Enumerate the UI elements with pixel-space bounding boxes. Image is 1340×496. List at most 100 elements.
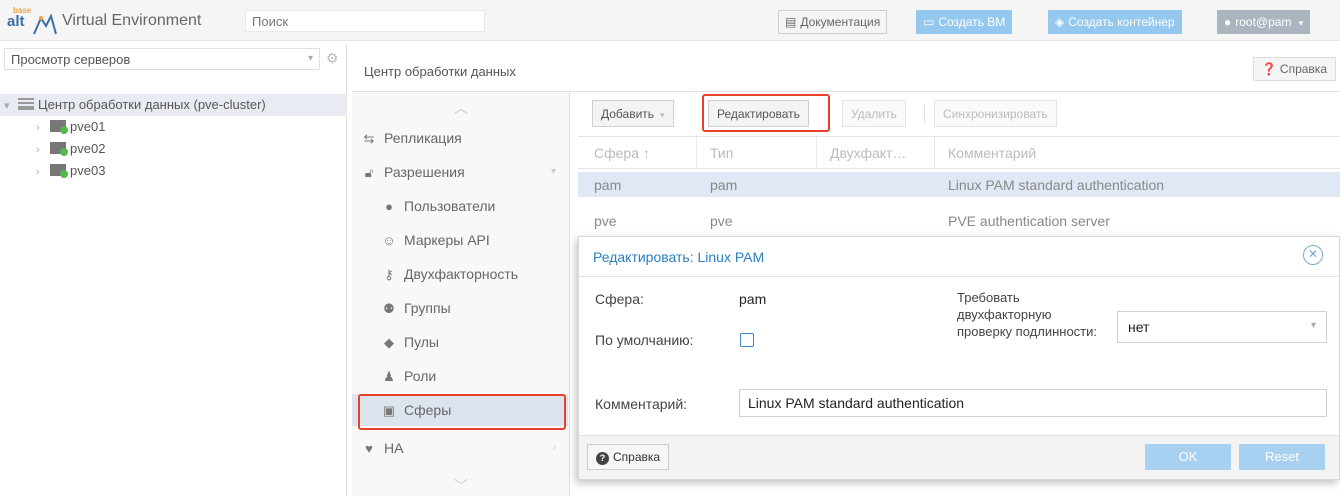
user-icon: ● [385,199,393,214]
reset-button[interactable]: Reset [1239,444,1325,470]
nav-item-permissions[interactable]: 🔓︎ Разрешения ▾ [352,156,568,188]
tree-item-pve01[interactable]: › pve01 [0,116,347,138]
tree-item-pve03[interactable]: › pve03 [0,160,347,182]
tree-item-datacenter[interactable]: ▾ Центр обработки данных (pve-cluster) [0,94,347,116]
unlock-icon: 🔓︎ [364,165,374,180]
nav-item-label: Пулы [404,334,439,350]
delete-button[interactable]: Удалить [842,100,906,127]
tree-item-label: Центр обработки данных (pve-cluster) [38,97,266,112]
delete-label: Удалить [851,107,897,121]
nav-item-api-tokens[interactable]: ☺ Маркеры API [352,224,568,256]
column-divider [816,137,817,168]
search-input[interactable] [245,10,485,32]
documentation-button[interactable]: ▤ Документация [778,10,888,34]
chevron-right-icon: › [36,122,40,134]
default-label: По умолчанию: [595,332,694,348]
chevron-down-icon: ▾ [660,110,665,120]
question-icon: ? [596,452,609,465]
chevron-down-icon: ▾ [4,100,10,112]
realm-value: pam [739,291,767,307]
tree-item-label: pve03 [70,163,106,178]
cell-type: pam [710,177,738,193]
sync-button[interactable]: Синхронизировать [934,100,1057,127]
api-token-icon: ☺ [382,233,396,248]
replication-icon: ⇆ [363,131,375,146]
nav-item-label: Репликация [384,130,462,146]
create-ct-button[interactable]: ◈ Создать контейнер [1048,10,1182,34]
tfa-select[interactable]: нет ▾ [1117,311,1327,343]
tfa-label: Требовать двухфакторную проверку подлинн… [957,290,1097,339]
monitor-icon: ▭ [923,15,935,29]
nav-item-groups[interactable]: ⚉ Группы [352,292,568,324]
nav-item-label: HA [384,440,404,456]
tfa-select-value: нет [1128,319,1150,335]
column-divider [696,137,697,168]
gear-icon[interactable]: ⚙ [326,50,339,67]
nav-item-label: Группы [404,300,451,316]
column-header-realm[interactable]: Сфера ↑ [594,145,650,161]
table-row[interactable]: pve pve PVE authentication server [578,208,1340,233]
ok-button[interactable]: OK [1145,444,1231,470]
scroll-up-icon[interactable]: ︿ [352,98,570,118]
nav-menu: ︿ ⇆ Репликация 🔓︎ Разрешения ▾ ● Пользовате… [352,92,570,496]
cell-realm: pam [594,177,622,193]
table-row[interactable]: pam pam Linux PAM standard authenticatio… [578,172,1340,197]
scroll-down-icon[interactable]: ﹀ [352,476,570,496]
key-icon: ⚷ [384,267,394,282]
book-icon: ▤ [785,15,797,29]
node-online-icon [50,120,68,134]
column-header-tfa[interactable]: Двухфакт… [830,145,906,161]
column-divider [934,137,935,168]
nav-item-ha[interactable]: ♥ HA › [352,432,568,464]
logo-text: alt [7,13,25,30]
nav-item-roles[interactable]: ♟ Роли [352,360,568,392]
nav-item-label: Роли [404,368,437,384]
create-ct-label: Создать контейнер [1068,15,1175,29]
cell-comment: Linux PAM standard authentication [948,177,1165,193]
nav-item-label: Маркеры API [404,232,490,248]
add-button[interactable]: Добавить ▾ [592,100,674,127]
comment-input[interactable] [739,389,1327,417]
tree-item-label: pve01 [70,119,106,134]
server-icon [18,98,34,110]
create-vm-button[interactable]: ▭ Создать ВМ [916,10,1013,34]
help-button[interactable]: ❓ Справка [1252,57,1336,81]
dialog-help-label: Справка [613,450,661,464]
create-vm-label: Создать ВМ [938,15,1006,29]
dialog-header: Редактировать: Linux PAM ✕ [579,237,1339,277]
chevron-down-icon: ▾ [307,53,313,64]
dialog-footer: ? Справка OK Reset [579,435,1339,479]
view-select-value: Просмотр серверов [11,52,131,67]
nav-item-pools[interactable]: ◆ Пулы [352,326,568,358]
cube-icon: ◈ [1055,15,1065,29]
resource-tree-panel: Просмотр серверов ▾ ⚙ ▾ Центр обработки д… [0,44,347,496]
close-icon[interactable]: ✕ [1303,245,1323,265]
nav-item-two-factor[interactable]: ⚷ Двухфакторность [352,258,568,290]
app-logo[interactable]: base alt [5,6,63,38]
column-header-type[interactable]: Тип [710,145,733,161]
grid-toolbar: Добавить ▾ Редактировать Удалить Синхрони… [578,92,1340,136]
highlight-realms [358,394,566,430]
default-checkbox[interactable] [740,333,754,347]
grid-header: Сфера ↑ Тип Двухфакт… Комментарий [578,136,1340,169]
chevron-right-icon: › [36,144,40,156]
user-menu-button[interactable]: ● root@pam ▾ [1217,10,1311,34]
add-label: Добавить [601,107,655,121]
node-online-icon [50,164,68,178]
nav-item-users[interactable]: ● Пользователи [352,190,568,222]
column-header-comment[interactable]: Комментарий [948,145,1036,161]
user-icon: ● [1224,15,1232,29]
nav-item-label: Пользователи [404,198,496,214]
documentation-label: Документация [800,15,881,29]
chevron-down-icon: ▾ [550,166,556,177]
nav-item-replication[interactable]: ⇆ Репликация [352,122,568,154]
view-select[interactable]: Просмотр серверов ▾ [4,48,320,70]
app-title: Virtual Environment [62,12,202,29]
cell-comment: PVE authentication server [948,213,1110,229]
tree-item-pve02[interactable]: › pve02 [0,138,347,160]
dialog-help-button[interactable]: ? Справка [587,444,670,470]
user-label: root@pam [1235,15,1292,29]
sync-label: Синхронизировать [943,107,1048,121]
chevron-down-icon: ▾ [1298,18,1304,28]
logo-mark-icon [33,13,57,35]
